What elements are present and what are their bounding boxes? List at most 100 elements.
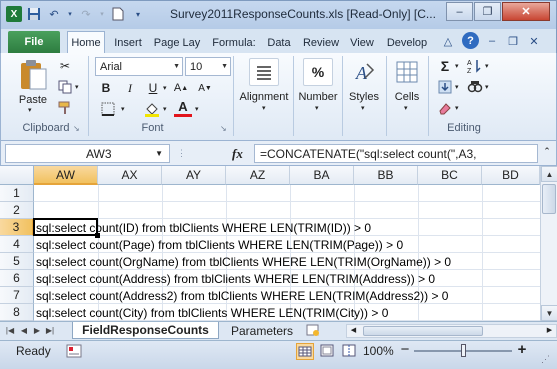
styles-dropdown-icon[interactable]: ▾ xyxy=(361,104,365,112)
close-button[interactable]: ✕ xyxy=(502,2,550,21)
cells-icon[interactable] xyxy=(393,58,421,86)
fill-handle[interactable] xyxy=(95,233,100,238)
excel-logo-icon[interactable]: X xyxy=(6,6,22,22)
zoom-in-button[interactable]: + xyxy=(515,341,529,358)
underline-button[interactable]: U xyxy=(144,79,162,97)
normal-view-icon[interactable] xyxy=(296,343,314,360)
cut-icon[interactable]: ✂ xyxy=(56,57,74,75)
clear-dropdown-icon[interactable]: ▾ xyxy=(455,104,459,112)
horizontal-scroll-thumb[interactable] xyxy=(363,326,483,336)
autosum-dropdown-icon[interactable]: ▾ xyxy=(455,62,459,70)
alignment-dropdown-icon[interactable]: ▾ xyxy=(262,104,266,112)
save-icon[interactable] xyxy=(26,6,42,22)
find-select-icon[interactable] xyxy=(466,78,484,96)
row-header[interactable]: 3 xyxy=(0,219,34,236)
tab-developer[interactable]: Develop xyxy=(381,33,433,53)
first-sheet-icon[interactable]: |◀ xyxy=(4,324,16,337)
column-header[interactable]: AX xyxy=(98,166,162,185)
page-layout-view-icon[interactable] xyxy=(319,343,337,360)
vertical-scroll-thumb[interactable] xyxy=(542,184,556,214)
workbook-close-icon[interactable]: ✕ xyxy=(526,33,542,49)
column-header[interactable]: AY xyxy=(162,166,226,185)
last-sheet-icon[interactable]: ▶| xyxy=(44,324,56,337)
zoom-slider-thumb[interactable] xyxy=(461,344,466,357)
fill-down-icon[interactable] xyxy=(436,78,454,96)
cell-aw7[interactable]: sql:select count(Address2) from tblClien… xyxy=(36,287,448,304)
alignment-button[interactable]: Alignment xyxy=(236,91,292,103)
scroll-down-icon[interactable]: ▼ xyxy=(541,305,557,321)
fill-color-icon[interactable] xyxy=(143,100,161,118)
tab-formulas[interactable]: Formula: xyxy=(206,33,262,53)
workbook-restore-icon[interactable]: ❐ xyxy=(505,33,521,49)
horizontal-scrollbar[interactable]: ◀ ▶ xyxy=(346,324,557,338)
number-button[interactable]: Number xyxy=(295,91,341,103)
font-color-icon[interactable]: A xyxy=(174,99,192,117)
redo-icon[interactable]: ↷ xyxy=(78,6,94,22)
page-break-view-icon[interactable] xyxy=(341,343,359,360)
tab-data[interactable]: Data xyxy=(263,33,295,53)
tab-page-layout[interactable]: Page Lay xyxy=(150,33,204,53)
sheet-tab-parameters[interactable]: Parameters xyxy=(222,322,302,339)
insert-function-icon[interactable]: fx xyxy=(232,144,243,163)
cells-dropdown-icon[interactable]: ▾ xyxy=(404,104,408,112)
paste-button[interactable]: Paste xyxy=(14,94,52,106)
paste-icon[interactable] xyxy=(16,58,50,92)
undo-dropdown-icon[interactable]: ▾ xyxy=(66,6,74,22)
undo-icon[interactable]: ↶ xyxy=(46,6,62,22)
help-icon[interactable]: ? xyxy=(462,32,479,49)
row-header[interactable]: 2 xyxy=(0,202,34,219)
font-name-combo[interactable]: Arial ▼ xyxy=(95,57,183,76)
alignment-icon[interactable] xyxy=(249,58,279,86)
borders-dropdown-icon[interactable]: ▾ xyxy=(121,105,125,113)
cell-aw8[interactable]: sql:select count(City) from tblClients W… xyxy=(36,304,388,321)
font-launcher-icon[interactable]: ↘ xyxy=(220,124,227,133)
number-dropdown-icon[interactable]: ▾ xyxy=(315,104,319,112)
fill-color-dropdown-icon[interactable]: ▾ xyxy=(163,105,167,113)
previous-sheet-icon[interactable]: ◀ xyxy=(18,324,30,337)
row-header[interactable]: 6 xyxy=(0,270,34,287)
increase-font-icon[interactable]: A ▲ xyxy=(172,79,190,97)
macro-record-icon[interactable] xyxy=(66,344,82,358)
tab-view[interactable]: View xyxy=(346,33,378,53)
bold-button[interactable]: B xyxy=(97,79,115,97)
expand-formula-bar-icon[interactable]: ⌃ xyxy=(541,146,553,160)
chevron-down-icon[interactable]: ▼ xyxy=(155,149,163,158)
row-header[interactable]: 8 xyxy=(0,304,34,321)
tab-home[interactable]: Home xyxy=(67,31,105,53)
scroll-right-icon[interactable]: ▶ xyxy=(543,325,556,337)
sort-filter-icon[interactable]: AZ xyxy=(466,57,484,75)
cell-aw6[interactable]: sql:select count(Address) from tblClient… xyxy=(36,270,435,287)
vertical-scrollbar[interactable]: ▲ ▼ xyxy=(540,166,557,321)
row-header[interactable]: 1 xyxy=(0,185,34,202)
column-header[interactable]: BC xyxy=(418,166,482,185)
fill-dropdown-icon[interactable]: ▾ xyxy=(455,83,459,91)
tab-insert[interactable]: Insert xyxy=(108,33,148,53)
scroll-up-icon[interactable]: ▲ xyxy=(541,166,557,182)
italic-button[interactable]: I xyxy=(121,79,139,97)
row-header[interactable]: 5 xyxy=(0,253,34,270)
clipboard-launcher-icon[interactable]: ↘ xyxy=(73,124,80,133)
next-sheet-icon[interactable]: ▶ xyxy=(31,324,43,337)
zoom-level[interactable]: 100% xyxy=(363,344,394,358)
select-all-corner[interactable] xyxy=(0,166,34,185)
paste-dropdown-icon[interactable]: ▾ xyxy=(28,106,32,114)
column-header[interactable]: AW xyxy=(34,166,98,185)
minimize-ribbon-icon[interactable]: △ xyxy=(440,33,456,49)
cells-button[interactable]: Cells xyxy=(389,91,425,103)
underline-dropdown-icon[interactable]: ▾ xyxy=(163,84,167,92)
styles-button[interactable]: Styles xyxy=(344,91,384,103)
column-header[interactable]: BA xyxy=(290,166,354,185)
clear-icon[interactable] xyxy=(436,99,454,117)
column-header[interactable]: BB xyxy=(354,166,418,185)
row-header[interactable]: 4 xyxy=(0,236,34,253)
tab-file[interactable]: File xyxy=(8,31,60,53)
column-header[interactable]: AZ xyxy=(226,166,290,185)
customize-qat-icon[interactable]: ▾ xyxy=(130,6,146,22)
row-header[interactable]: 7 xyxy=(0,287,34,304)
decrease-font-icon[interactable]: A ▼ xyxy=(196,79,214,97)
copy-dropdown-icon[interactable]: ▾ xyxy=(75,83,79,91)
format-painter-icon[interactable] xyxy=(56,99,74,117)
restore-button[interactable]: ❐ xyxy=(474,2,501,21)
zoom-out-button[interactable]: − xyxy=(398,341,412,358)
scroll-left-icon[interactable]: ◀ xyxy=(347,325,360,337)
